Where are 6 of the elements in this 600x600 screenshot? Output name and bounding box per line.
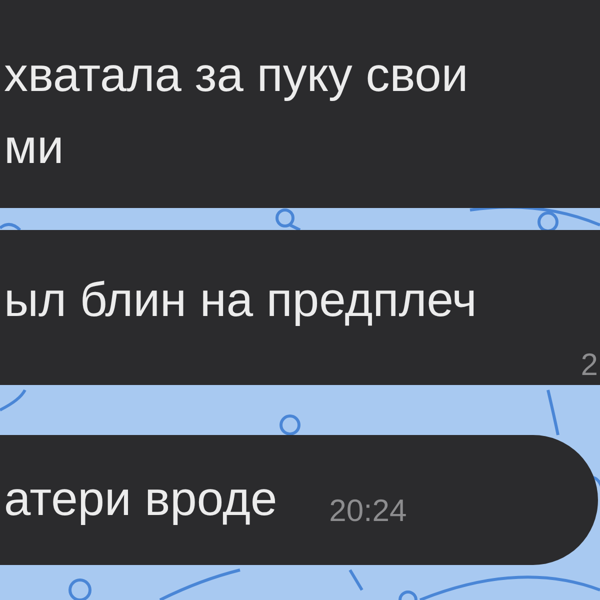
- message-text: ми: [3, 120, 65, 176]
- message-text: атери вроде: [3, 472, 278, 528]
- message-time: 20:24: [329, 493, 407, 529]
- message-time: 2: [580, 347, 598, 383]
- message-text: ыл блин на предплеч: [3, 273, 478, 329]
- message-text: хватала за пуку свои: [3, 48, 470, 104]
